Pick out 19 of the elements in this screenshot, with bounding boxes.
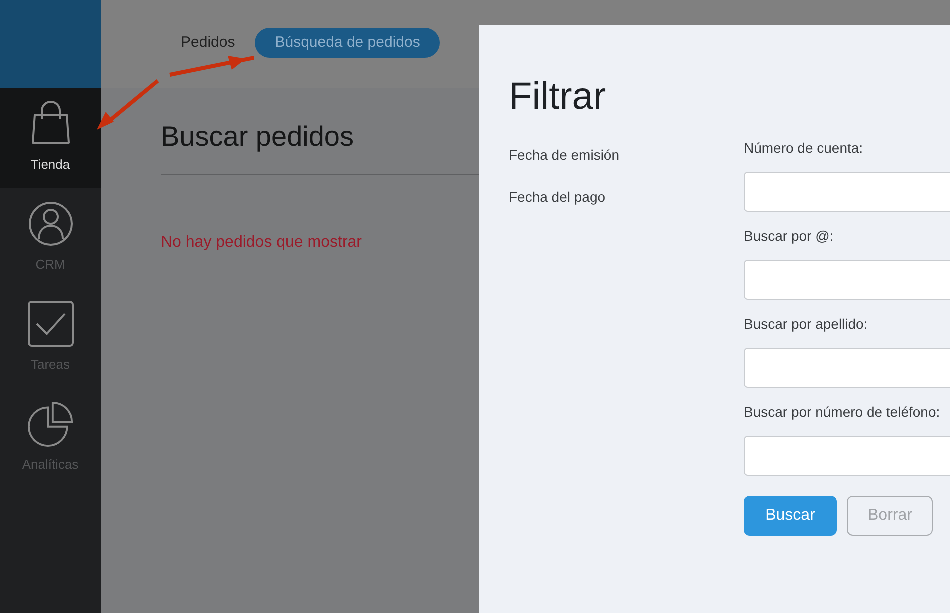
empty-message: No hay pedidos que mostrar (161, 233, 362, 253)
input-field[interactable] (744, 172, 950, 212)
input-field[interactable] (744, 260, 950, 300)
user-icon (28, 201, 74, 248)
date-filter-link[interactable]: Fecha del pago (509, 187, 620, 208)
input-field[interactable] (744, 348, 950, 388)
field-label: Buscar por apellido: (744, 315, 869, 334)
checkbox-icon (28, 301, 74, 348)
search-button[interactable]: Buscar (744, 496, 837, 536)
tab[interactable]: Pedidos (181, 28, 236, 58)
field-label: Buscar por @: (744, 227, 835, 246)
field-label: Número de cuenta: (744, 139, 864, 158)
pie-chart-icon (28, 401, 74, 448)
date-filter-link[interactable]: Fecha de emisión (509, 145, 620, 166)
field-label: Buscar por número de teléfono: (744, 403, 942, 422)
input-field[interactable] (744, 436, 950, 476)
clear-button[interactable]: Borrar (847, 496, 933, 536)
tab[interactable]: Búsqueda de pedidos (255, 28, 440, 58)
sidebar-item[interactable]: Tienda (0, 88, 101, 188)
